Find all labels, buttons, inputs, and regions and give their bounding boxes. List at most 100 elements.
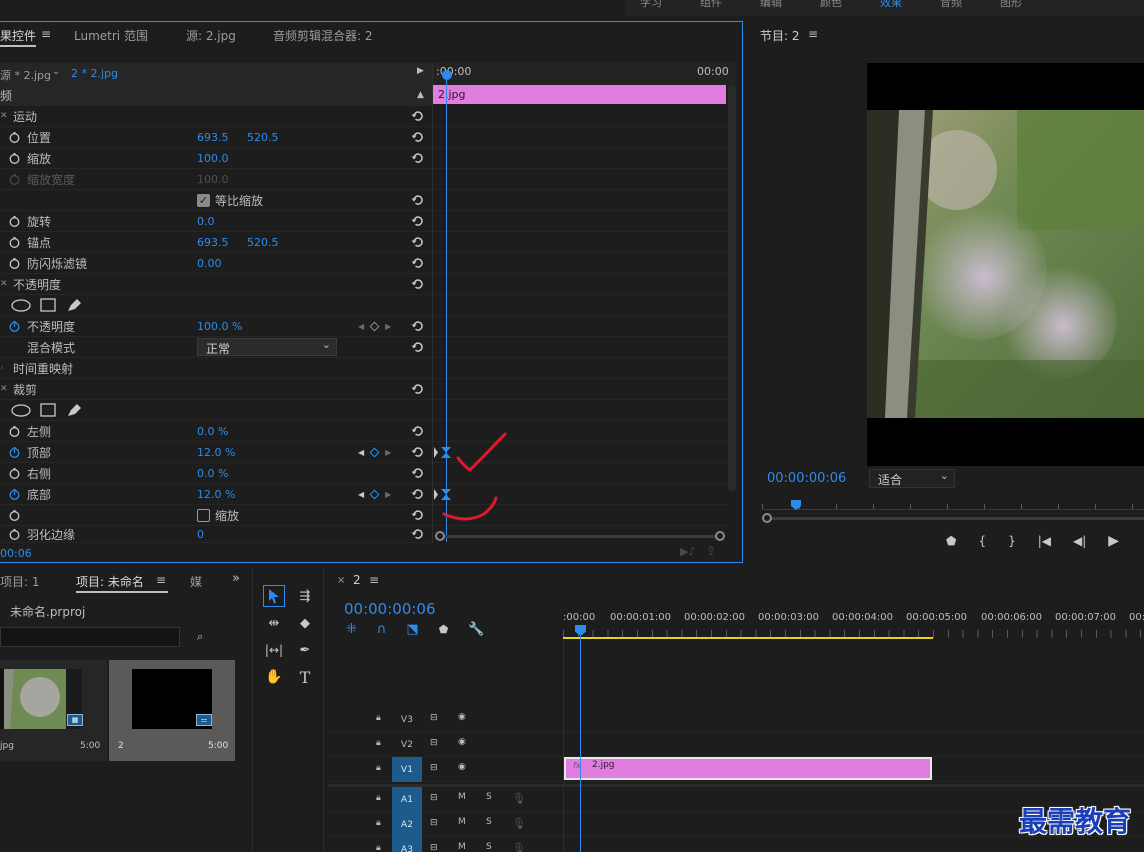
reset-icon[interactable] [411, 488, 424, 500]
crop-right-value[interactable]: 0.0 % [197, 467, 228, 480]
panel-menu-icon[interactable]: ≡ [369, 573, 379, 587]
type-tool-icon[interactable]: T [294, 666, 316, 688]
eye-icon[interactable]: ◉ [458, 712, 466, 722]
slip-tool-icon[interactable]: |↔| [263, 639, 285, 661]
pen-tool-icon[interactable]: ✒ [294, 639, 316, 661]
stopwatch-icon[interactable] [9, 131, 20, 143]
menu-effects[interactable]: 效果 [880, 0, 902, 10]
lock-icon[interactable]: 🔒︎ [376, 713, 381, 723]
crop-left-value[interactable]: 0.0 % [197, 425, 228, 438]
program-timecode[interactable]: 00:00:00:06 [767, 471, 846, 486]
opacity-section-row[interactable]: ✕ 不透明度 [0, 274, 432, 295]
position-x-value[interactable]: 693.5 [197, 131, 229, 144]
track-name-v3[interactable]: V3 [392, 707, 422, 732]
pen-mask-icon[interactable] [66, 298, 82, 313]
selection-tool-icon[interactable] [263, 585, 285, 607]
track-name-a2[interactable]: A2 [392, 812, 422, 837]
prev-keyframe-icon[interactable]: ◀ [358, 322, 364, 331]
uniform-scale-checkbox[interactable]: ✓ [197, 193, 210, 207]
microphone-icon[interactable]: 🎙︎ [512, 792, 526, 805]
hand-tool-icon[interactable]: ✋ [263, 666, 285, 688]
export-icon[interactable]: ⇪ [706, 544, 716, 558]
ripple-edit-tool-icon[interactable]: ⇹ [263, 612, 285, 634]
track-select-tool-icon[interactable]: ⇶ [294, 585, 316, 607]
program-zoom-bar[interactable] [767, 517, 1144, 520]
reset-icon[interactable] [411, 194, 424, 206]
razor-tool-icon[interactable]: ◆ [294, 612, 316, 634]
tab-audio-clip-mixer[interactable]: 音频剪辑混合器: 2 [273, 27, 373, 44]
sequence-tab[interactable]: 2 [353, 573, 361, 587]
menu-edit[interactable]: 编辑 [760, 0, 782, 10]
ec-clip-bar[interactable] [433, 85, 726, 104]
timeline-clip-v1[interactable] [564, 757, 932, 780]
ec-playhead-handle[interactable] [442, 70, 452, 80]
stopwatch-icon[interactable] [9, 425, 20, 437]
stopwatch-active-icon[interactable] [9, 320, 20, 332]
lock-icon[interactable]: 🔒︎ [376, 763, 381, 773]
menu-learn[interactable]: 学习 [640, 0, 662, 10]
overflow-chevrons-icon[interactable]: » [232, 571, 240, 586]
add-marker-icon[interactable]: ⬟ [946, 534, 956, 548]
wrench-settings-icon[interactable]: 🔧 [468, 622, 484, 637]
reset-icon[interactable] [411, 236, 424, 248]
lock-icon[interactable]: 🔒︎ [376, 843, 381, 852]
menu-assembly[interactable]: 组件 [700, 0, 722, 10]
fit-dropdown[interactable]: 适合 ⌄ [869, 469, 955, 488]
reset-icon[interactable] [411, 446, 424, 458]
mark-in-icon[interactable]: { [978, 534, 986, 548]
reset-icon[interactable] [411, 425, 424, 437]
time-remap-row[interactable]: › 时间重映射 [0, 358, 432, 379]
play-triangle-icon[interactable]: ▶ [417, 66, 424, 76]
ellipse-mask-icon[interactable] [11, 298, 31, 312]
ec-zoom-scrollbar[interactable] [440, 535, 720, 538]
anchor-y-value[interactable]: 520.5 [247, 236, 279, 249]
solo-button[interactable]: S [486, 792, 492, 802]
zoom-checkbox[interactable] [197, 508, 210, 522]
reset-icon[interactable] [411, 341, 424, 353]
crop-section-row[interactable]: ✕ 裁剪 [0, 379, 432, 400]
snap-magnet-icon[interactable]: ∩ [377, 622, 387, 637]
close-icon[interactable]: × [337, 575, 345, 586]
add-keyframe-icon[interactable] [369, 489, 380, 499]
ellipse-mask-icon[interactable] [11, 403, 31, 417]
stopwatch-icon[interactable] [9, 236, 20, 248]
tab-project-untitled[interactable]: 项目: 未命名 [76, 573, 144, 590]
next-keyframe-icon[interactable]: ▶ [385, 448, 391, 457]
tab-source[interactable]: 源: 2.jpg [186, 27, 236, 44]
ec-timeline-scrollbar[interactable] [728, 85, 736, 491]
lock-icon[interactable]: 🔒︎ [376, 738, 381, 748]
feather-value[interactable]: 0 [197, 528, 204, 541]
master-clip-name[interactable]: 源 * 2.jpg [0, 67, 51, 83]
reset-icon[interactable] [411, 152, 424, 164]
reset-icon[interactable] [411, 528, 424, 540]
add-keyframe-icon[interactable] [369, 447, 380, 457]
solo-button[interactable]: S [486, 842, 492, 852]
track-name-v1[interactable]: V1 [392, 757, 422, 782]
track-name-a3[interactable]: A3 [392, 837, 422, 852]
tab-media-browser[interactable]: 媒 [190, 573, 202, 590]
menu-audio[interactable]: 音频 [940, 0, 962, 10]
scale-value[interactable]: 100.0 [197, 152, 229, 165]
stopwatch-icon[interactable] [9, 257, 20, 269]
ec-zoom-handle-left[interactable] [435, 531, 445, 541]
rectangle-mask-icon[interactable] [40, 403, 56, 417]
go-to-in-icon[interactable]: |◀ [1038, 534, 1051, 548]
reset-icon[interactable] [411, 215, 424, 227]
track-name-a1[interactable]: A1 [392, 787, 422, 812]
reset-icon[interactable] [411, 467, 424, 479]
rectangle-mask-icon[interactable] [40, 298, 56, 312]
eye-icon[interactable]: ◉ [458, 737, 466, 747]
blend-mode-dropdown[interactable]: 正常 ⌄ [197, 338, 337, 356]
add-marker-icon[interactable]: ⬟ [439, 623, 449, 636]
reset-icon[interactable] [411, 278, 424, 290]
sync-lock-icon[interactable]: ⊟ [430, 818, 438, 828]
menu-color[interactable]: 颜色 [820, 0, 842, 10]
opacity-value[interactable]: 100.0 % [197, 320, 242, 333]
play-audio-icon[interactable]: ▶♪ [680, 545, 695, 558]
tab-lumetri-scopes[interactable]: Lumetri 范围 [74, 27, 148, 44]
crop-bottom-value[interactable]: 12.0 % [197, 488, 235, 501]
twirl-open-icon[interactable]: ✕ [0, 111, 8, 121]
eye-icon[interactable]: ◉ [458, 762, 466, 772]
reset-icon[interactable] [411, 509, 424, 521]
reset-icon[interactable] [411, 131, 424, 143]
